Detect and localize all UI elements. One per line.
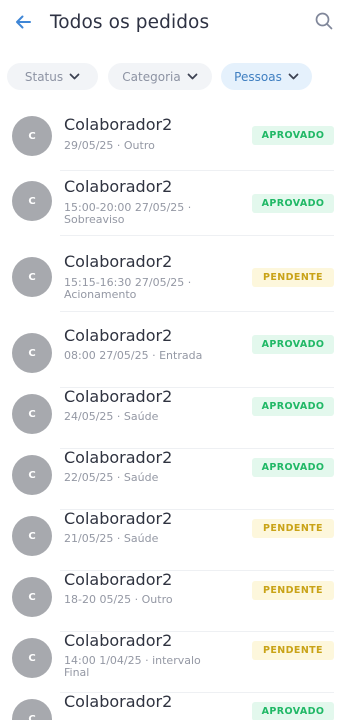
- status-badge: APROVADO: [252, 458, 334, 477]
- list-item[interactable]: C Colaborador2 21/05/25 · Saúde PENDENTE: [0, 503, 350, 571]
- filter-pessoas-chip[interactable]: Pessoas: [221, 63, 312, 90]
- employee-name: Colaborador2: [64, 631, 173, 650]
- avatar: C: [12, 116, 52, 156]
- status-badge: PENDENTE: [252, 641, 334, 660]
- status-badge: APROVADO: [252, 194, 334, 213]
- employee-name: Colaborador2: [64, 570, 173, 589]
- list-item[interactable]: C Colaborador2 18-20 05/25 · Outro PENDE…: [0, 564, 350, 632]
- request-detail: 14:00 1/04/25 · intervalo Final: [64, 654, 201, 679]
- list-item[interactable]: C Colaborador2 24/05/25 · Saúde APROVADO: [0, 381, 350, 449]
- chevron-down-icon: [282, 70, 299, 84]
- arrow-left-icon: [13, 12, 33, 36]
- filter-label: Pessoas: [234, 69, 282, 84]
- avatar: C: [12, 516, 52, 556]
- employee-name: Colaborador2: [64, 387, 173, 406]
- search-icon: [314, 11, 334, 35]
- request-detail: 24/05/25 · Saúde: [64, 410, 159, 423]
- filter-status-chip[interactable]: Status: [7, 63, 98, 90]
- request-detail: 22/05/25 · Saúde: [64, 471, 159, 484]
- list-item[interactable]: C Colaborador2 15:00-20:00 27/05/25 · So…: [0, 168, 350, 236]
- chevron-down-icon: [181, 70, 198, 84]
- employee-name: Colaborador2: [64, 252, 173, 271]
- list-item[interactable]: C Colaborador2 15:15-16:30 27/05/25 · Ac…: [0, 244, 350, 312]
- avatar: C: [12, 577, 52, 617]
- status-badge: APROVADO: [252, 397, 334, 416]
- employee-name: Colaborador2: [64, 115, 173, 134]
- avatar: C: [12, 455, 52, 495]
- status-badge: PENDENTE: [252, 581, 334, 600]
- page-title: Todos os pedidos: [50, 12, 210, 33]
- app-header: Todos os pedidos: [0, 0, 350, 50]
- request-detail: 08:00 27/05/25 · Entrada: [64, 349, 203, 362]
- filter-label: Status: [24, 69, 64, 84]
- employee-name: Colaborador2: [64, 326, 173, 345]
- status-badge: PENDENTE: [252, 268, 334, 287]
- list-item[interactable]: C Colaborador2 08:00 27/05/25 · Entrada …: [0, 320, 350, 388]
- status-badge: APROVADO: [252, 702, 334, 720]
- avatar: C: [12, 699, 52, 720]
- status-badge: APROVADO: [252, 335, 334, 354]
- filter-bar: Status Categoria Pessoas: [0, 63, 350, 91]
- avatar: C: [12, 394, 52, 434]
- avatar: C: [12, 181, 52, 221]
- list-item[interactable]: C Colaborador2 APROVADO: [0, 686, 350, 720]
- avatar: C: [12, 333, 52, 373]
- avatar: C: [12, 257, 52, 297]
- request-detail: 29/05/25 · Outro: [64, 139, 155, 152]
- requests-screen: Todos os pedidos Status Categoria Pessoa: [0, 0, 350, 720]
- employee-name: Colaborador2: [64, 509, 173, 528]
- back-button[interactable]: [11, 12, 35, 36]
- avatar: C: [12, 638, 52, 678]
- list-item[interactable]: C Colaborador2 14:00 1/04/25 · intervalo…: [0, 625, 350, 693]
- filter-label: Categoria: [122, 69, 181, 84]
- employee-name: Colaborador2: [64, 177, 173, 196]
- request-detail: 21/05/25 · Saúde: [64, 532, 159, 545]
- employee-name: Colaborador2: [64, 692, 173, 711]
- request-detail: 18-20 05/25 · Outro: [64, 593, 173, 606]
- search-button[interactable]: [312, 11, 336, 35]
- list-item[interactable]: C Colaborador2 29/05/25 · Outro APROVADO: [0, 103, 350, 171]
- request-detail: 15:00-20:00 27/05/25 · Sobreaviso: [64, 201, 192, 226]
- status-badge: APROVADO: [252, 126, 334, 145]
- request-detail: 15:15-16:30 27/05/25 · Acionamento: [64, 276, 192, 301]
- chevron-down-icon: [63, 70, 80, 84]
- filter-categoria-chip[interactable]: Categoria: [108, 63, 212, 90]
- status-badge: PENDENTE: [252, 519, 334, 538]
- employee-name: Colaborador2: [64, 448, 173, 467]
- list-item[interactable]: C Colaborador2 22/05/25 · Saúde APROVADO: [0, 442, 350, 510]
